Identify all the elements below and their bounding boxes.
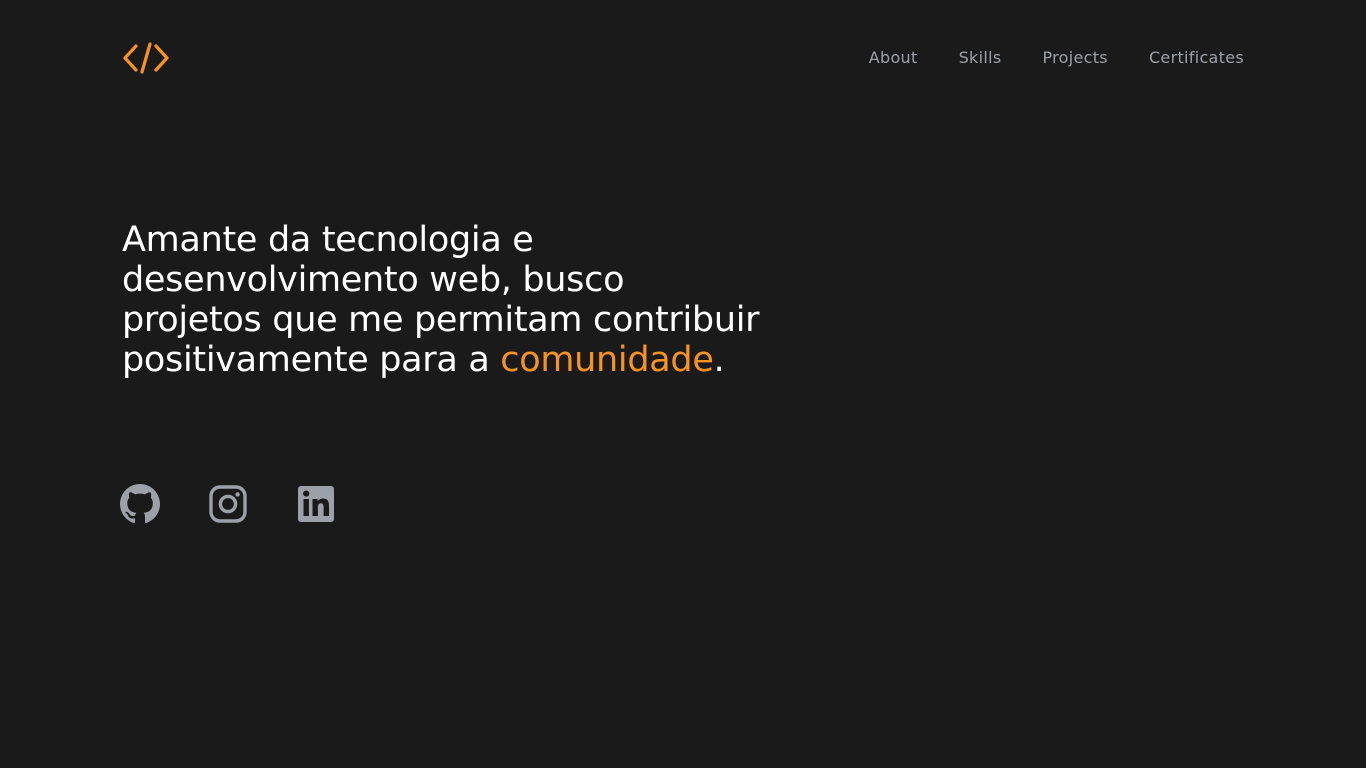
nav-about-link[interactable]: About	[869, 47, 918, 69]
logo-link[interactable]	[120, 40, 172, 76]
linkedin-link[interactable]	[296, 484, 336, 524]
nav-projects-link[interactable]: Projects	[1042, 47, 1107, 69]
nav-certificates-link[interactable]: Certificates	[1149, 47, 1244, 69]
hero-end: .	[713, 340, 725, 380]
github-icon	[120, 484, 160, 524]
main-nav: About Skills Projects Certificates	[869, 47, 1244, 69]
hero-heading: Amante da tecnologia e desenvolvimento w…	[122, 220, 762, 380]
hero-highlight: comunidade	[500, 340, 714, 380]
instagram-icon	[209, 485, 247, 523]
nav-skills-link[interactable]: Skills	[959, 47, 1002, 69]
linkedin-icon	[298, 486, 334, 522]
github-link[interactable]	[120, 484, 160, 524]
social-links	[120, 484, 336, 524]
instagram-link[interactable]	[208, 484, 248, 524]
code-brackets-icon	[123, 42, 169, 74]
